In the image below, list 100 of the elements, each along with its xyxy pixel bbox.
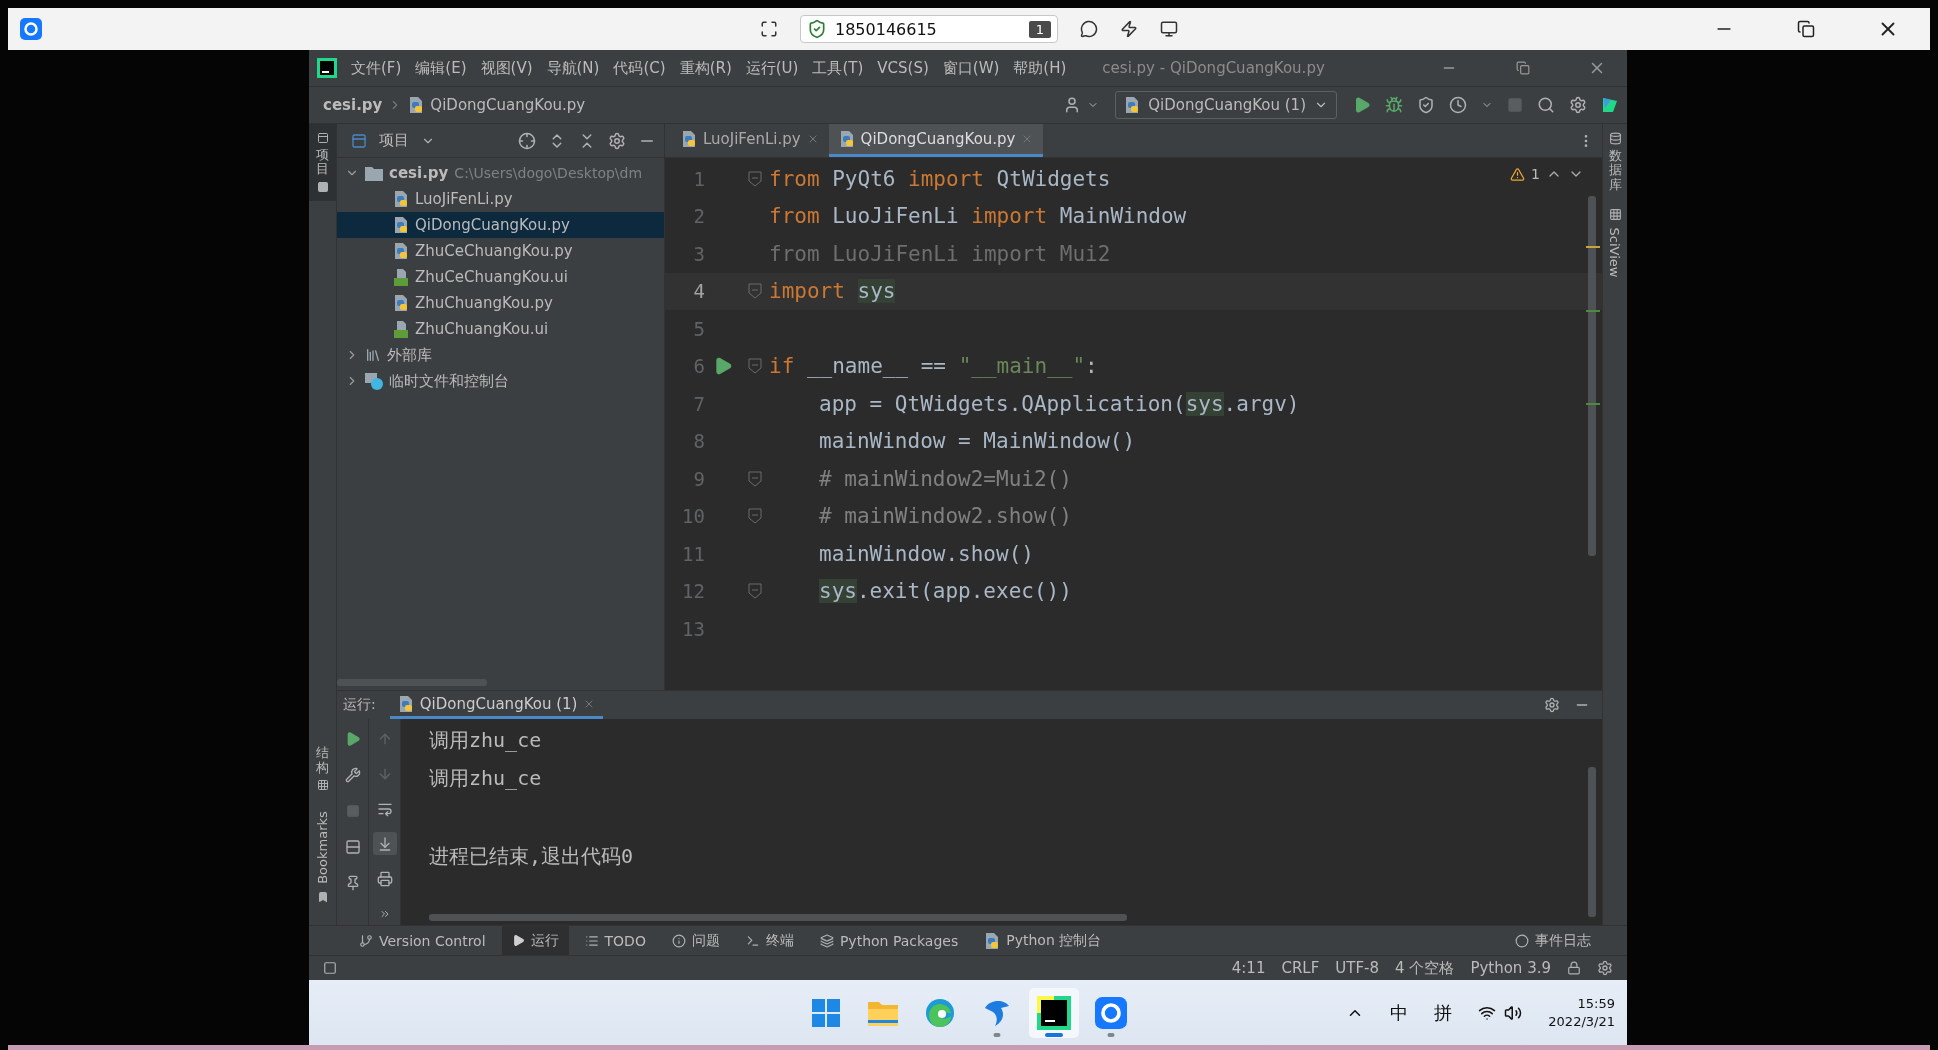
run-configuration-dropdown[interactable]: QiDongCuangKou (1) — [1115, 91, 1337, 119]
remote-app-icon[interactable] — [1094, 996, 1127, 1029]
status-item[interactable]: 4:11 — [1231, 959, 1266, 977]
run-tab[interactable]: QiDongCuangKou (1) — [389, 691, 604, 719]
editor-tab[interactable]: LuoJiFenLi.py — [671, 124, 829, 157]
menu-item[interactable]: 重构(R) — [679, 58, 732, 78]
ide-app-icon[interactable] — [1036, 995, 1071, 1030]
console-line: 调用zhu_ce — [429, 765, 543, 792]
status-item[interactable]: Python 3.9 — [1470, 959, 1551, 977]
scrollbar-thumb[interactable] — [1588, 196, 1596, 556]
run-icon[interactable] — [1353, 96, 1371, 114]
settings-icon[interactable] — [1569, 96, 1587, 114]
warning-count[interactable]: 1 — [1531, 166, 1540, 182]
profile-icon[interactable] — [1449, 96, 1467, 114]
menu-item[interactable]: 工具(T) — [812, 58, 864, 78]
chat-icon[interactable] — [1080, 20, 1098, 38]
clock[interactable]: 15:59 2022/3/21 — [1548, 996, 1615, 1029]
menu-item[interactable]: 视图(V) — [480, 58, 533, 78]
code-line: # mainWindow2=Mui2() — [818, 466, 1072, 491]
tool-window-tab[interactable]: 项目 — [309, 124, 336, 201]
tree-item[interactable]: ZhuCeChuangKou.ui — [337, 264, 664, 290]
tree-item[interactable]: QiDongCuangKou.py — [337, 212, 664, 238]
breadcrumb-item[interactable]: cesi.py — [323, 96, 383, 114]
fullscreen-icon[interactable] — [760, 20, 778, 38]
tree-item[interactable]: ZhuCeChuangKou.py — [337, 238, 664, 264]
tool-tab[interactable]: Python Packages — [809, 926, 969, 955]
scroll-to-end-button[interactable] — [372, 832, 397, 855]
fold-marker-icon[interactable] — [747, 508, 762, 525]
panel-icon — [316, 132, 329, 144]
menu-item[interactable]: 文件(F) — [351, 58, 402, 78]
lock-icon[interactable] — [1567, 961, 1581, 975]
run-label: 运行: — [343, 696, 376, 714]
inspection-icon[interactable] — [1597, 960, 1613, 976]
tool-window-tab[interactable]: 结构 — [309, 738, 336, 799]
locate-icon[interactable] — [518, 131, 536, 150]
event-log-tab[interactable]: 事件日志 — [1505, 926, 1601, 955]
coverage-icon[interactable] — [1417, 96, 1435, 114]
python-icon — [1124, 96, 1141, 114]
fold-marker-icon[interactable] — [747, 170, 762, 187]
monitor-icon[interactable] — [1160, 20, 1178, 38]
tree-item[interactable]: ZhuChuangKou.py — [337, 290, 664, 316]
tree-item[interactable]: 临时文件和控制台 — [337, 368, 664, 394]
menu-item[interactable]: VCS(S) — [877, 59, 929, 77]
volume-icon[interactable] — [1504, 1003, 1523, 1022]
python-icon — [838, 130, 855, 148]
editor-tab[interactable]: QiDongCuangKou.py — [828, 124, 1044, 157]
tool-tab[interactable]: 终端 — [735, 926, 804, 955]
status-item[interactable]: 4 个空格 — [1395, 958, 1455, 978]
fold-marker-icon[interactable] — [747, 283, 762, 300]
line-number: 1 — [692, 167, 705, 190]
input-method-indicator[interactable]: 中 — [1390, 1000, 1409, 1025]
menu-item[interactable]: 帮助(H) — [1013, 58, 1067, 78]
play-icon — [511, 934, 525, 947]
settings-icon[interactable] — [1544, 697, 1560, 713]
windows-start-icon[interactable] — [811, 998, 840, 1027]
scrollbar-thumb[interactable] — [337, 679, 487, 686]
remote-app-icon[interactable] — [20, 18, 42, 40]
status-item[interactable]: UTF-8 — [1335, 959, 1380, 977]
layout-toggle-icon[interactable] — [323, 961, 337, 975]
line-number: 10 — [681, 505, 705, 528]
browser-icon[interactable] — [924, 997, 955, 1028]
database-icon — [1608, 132, 1622, 145]
fold-marker-icon[interactable] — [747, 358, 762, 375]
device-id-field[interactable]: 1850146615 1 — [800, 15, 1058, 43]
debug-icon[interactable] — [1385, 96, 1403, 114]
search-icon[interactable] — [1537, 96, 1555, 114]
tree-item[interactable]: LuoJiFenLi.py — [337, 186, 664, 212]
event-log-icon — [1515, 933, 1529, 948]
bookmark-icon — [316, 891, 329, 903]
input-method-indicator[interactable]: 拼 — [1434, 1000, 1453, 1025]
menu-item[interactable]: 窗口(W) — [942, 58, 1000, 78]
tool-tab[interactable]: Python 控制台 — [974, 926, 1112, 955]
line-number: 11 — [681, 542, 705, 565]
menu-item[interactable]: 导航(N) — [546, 58, 600, 78]
file-explorer-icon[interactable] — [867, 999, 898, 1026]
tool-window-tab[interactable]: Bookmarks — [309, 799, 336, 911]
plugin-logo-icon[interactable] — [1601, 96, 1619, 114]
breadcrumb-item[interactable]: QiDongCuangKou.py — [430, 96, 586, 114]
settings-icon[interactable] — [608, 131, 626, 150]
tree-item[interactable]: 外部库 — [337, 342, 664, 368]
menu-item[interactable]: 代码(C) — [613, 58, 666, 78]
fold-marker-icon[interactable] — [747, 470, 762, 487]
status-item[interactable]: CRLF — [1281, 959, 1320, 977]
restore-icon[interactable] — [1797, 20, 1815, 38]
tool-tab[interactable]: TODO — [574, 926, 656, 955]
menu-item[interactable]: 编辑(E) — [415, 58, 467, 78]
fold-marker-icon[interactable] — [747, 583, 762, 600]
tree-item[interactable]: cesi.py C:\Users\dogo\Desktop\dm — [337, 160, 664, 186]
tool-tab[interactable]: Version Control — [349, 926, 496, 955]
menu-item[interactable]: 运行(U) — [745, 58, 799, 78]
tool-tab[interactable]: 问题 — [661, 926, 730, 955]
tool-tab[interactable]: 运行 — [501, 926, 569, 955]
tool-window-tab[interactable]: SciView — [1603, 199, 1627, 289]
scrollbar-thumb[interactable] — [1588, 767, 1596, 917]
line-number: 6 — [692, 355, 705, 378]
scrollbar-thumb[interactable] — [429, 914, 1127, 921]
tool-window-tab[interactable]: 数据库 — [1603, 124, 1627, 200]
lightning-icon[interactable] — [1120, 20, 1138, 38]
tree-item[interactable]: ZhuChuangKou.ui — [337, 316, 664, 342]
panel-title[interactable]: 项目 — [379, 131, 409, 150]
